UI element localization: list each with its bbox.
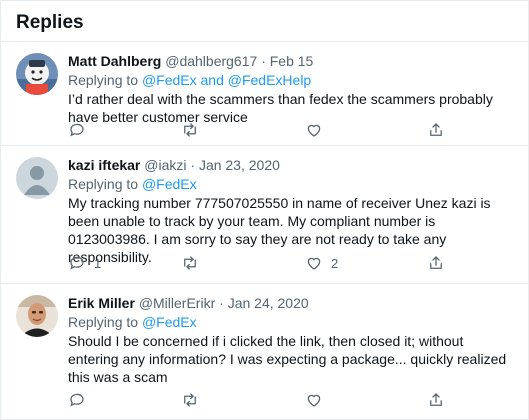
retweet-icon bbox=[184, 256, 196, 270]
replies-title: Replies bbox=[16, 12, 84, 33]
reply-icon bbox=[70, 256, 84, 270]
reply-icon bbox=[70, 123, 84, 137]
like-button[interactable] bbox=[305, 390, 331, 410]
like-button[interactable]: 2 bbox=[305, 253, 338, 273]
replying-to-link[interactable]: @FedEx bbox=[142, 176, 197, 192]
retweet-button[interactable] bbox=[181, 253, 199, 273]
reply-button[interactable] bbox=[68, 390, 94, 410]
share-button[interactable] bbox=[427, 120, 445, 140]
like-count: 2 bbox=[331, 255, 339, 271]
author-handle[interactable]: @dahlberg617 bbox=[165, 53, 257, 69]
share-button[interactable] bbox=[427, 390, 445, 410]
avatar[interactable] bbox=[16, 295, 58, 337]
action-bar bbox=[68, 390, 514, 410]
avatar[interactable] bbox=[16, 157, 58, 199]
author-name[interactable]: Matt Dahlberg bbox=[68, 53, 161, 69]
replying-to: Replying to @FedEx bbox=[68, 175, 514, 193]
author-name[interactable]: Erik Miller bbox=[68, 295, 135, 311]
replying-to-link[interactable]: @FedEx bbox=[142, 314, 197, 330]
replies-panel: Replies Matt Dahlberg @dahlberg617 · Feb… bbox=[0, 0, 529, 420]
replies-header: Replies bbox=[1, 1, 528, 42]
reply-count: 1 bbox=[94, 255, 102, 271]
share-icon bbox=[430, 256, 442, 269]
meta-separator: · bbox=[219, 295, 224, 311]
reply-date[interactable]: Jan 23, 2020 bbox=[199, 157, 280, 173]
reply-icon bbox=[70, 393, 84, 407]
retweet-icon bbox=[184, 393, 196, 407]
replying-to-link[interactable]: @FedEx and @FedExHelp bbox=[142, 72, 311, 88]
author-handle[interactable]: @iakzi bbox=[144, 157, 186, 173]
heart-icon bbox=[307, 124, 321, 137]
reply-date[interactable]: Feb 15 bbox=[270, 53, 314, 69]
reply-item[interactable]: Matt Dahlberg @dahlberg617 · Feb 15 Repl… bbox=[1, 42, 528, 146]
meta-separator: · bbox=[261, 53, 266, 69]
retweet-icon bbox=[184, 123, 196, 137]
share-icon bbox=[430, 123, 442, 136]
replying-to-label: Replying to bbox=[68, 72, 139, 88]
action-bar: 1 2 bbox=[68, 253, 514, 273]
replying-to: Replying to @FedEx and @FedExHelp bbox=[68, 71, 514, 89]
heart-icon bbox=[307, 394, 321, 407]
author-handle[interactable]: @MillerErikr bbox=[139, 295, 215, 311]
reply-meta: Matt Dahlberg @dahlberg617 · Feb 15 bbox=[68, 52, 514, 70]
replying-to-label: Replying to bbox=[68, 176, 139, 192]
replying-to-label: Replying to bbox=[68, 314, 139, 330]
like-button[interactable] bbox=[305, 120, 331, 140]
reply-item[interactable]: kazi iftekar @iakzi · Jan 23, 2020 Reply… bbox=[1, 146, 528, 284]
reply-date[interactable]: Jan 24, 2020 bbox=[228, 295, 309, 311]
retweet-button[interactable] bbox=[181, 120, 199, 140]
reply-item[interactable]: Erik Miller @MillerErikr · Jan 24, 2020 … bbox=[1, 284, 528, 419]
author-name[interactable]: kazi iftekar bbox=[68, 157, 140, 173]
retweet-button[interactable] bbox=[181, 390, 199, 410]
reply-meta: Erik Miller @MillerErikr · Jan 24, 2020 bbox=[68, 294, 514, 312]
replying-to: Replying to @FedEx bbox=[68, 313, 514, 331]
reply-button[interactable]: 1 bbox=[68, 253, 101, 273]
share-icon bbox=[430, 393, 442, 406]
reply-button[interactable] bbox=[68, 120, 94, 140]
meta-separator: · bbox=[190, 157, 196, 173]
reply-meta: kazi iftekar @iakzi · Jan 23, 2020 bbox=[68, 156, 514, 174]
avatar[interactable] bbox=[16, 53, 58, 95]
reply-text: Should I be concerned if i clicked the l… bbox=[68, 333, 507, 385]
heart-icon bbox=[307, 257, 321, 270]
action-bar bbox=[68, 120, 514, 140]
share-button[interactable] bbox=[427, 253, 445, 273]
